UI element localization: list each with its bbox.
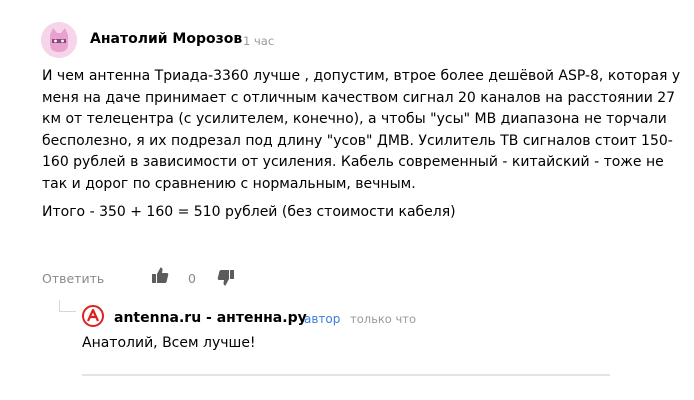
reply-avatar[interactable] — [82, 305, 104, 327]
thumbs-down-icon — [217, 270, 234, 286]
dislike-button[interactable] — [216, 268, 236, 288]
comment-body: И чем антенна Триада-3360 лучше , допуст… — [42, 66, 682, 223]
comment-author[interactable]: Анатолий Морозов — [90, 31, 242, 47]
antenna-logo-icon — [86, 308, 100, 322]
comment-timestamp: 1 час — [243, 34, 275, 48]
author-badge[interactable]: автор — [304, 312, 340, 326]
reply-input-divider — [82, 374, 610, 376]
avatar[interactable] — [41, 22, 77, 58]
reply-timestamp: только что — [350, 312, 417, 326]
like-button[interactable] — [150, 265, 170, 285]
thumbs-up-icon — [152, 267, 169, 283]
reply-author[interactable]: antenna.ru - антенна.ру — [114, 310, 307, 326]
thread-connector — [59, 300, 76, 312]
cat-mask-icon — [41, 22, 77, 58]
reply-body: Анатолий, Всем лучше! — [82, 335, 256, 351]
vote-count: 0 — [188, 271, 196, 286]
reply-button[interactable]: Ответить — [42, 271, 104, 286]
comment-paragraph: Итого - 350 + 160 = 510 рублей (без стои… — [42, 203, 456, 220]
comment-paragraph: И чем антенна Триада-3360 лучше , допуст… — [42, 68, 681, 192]
